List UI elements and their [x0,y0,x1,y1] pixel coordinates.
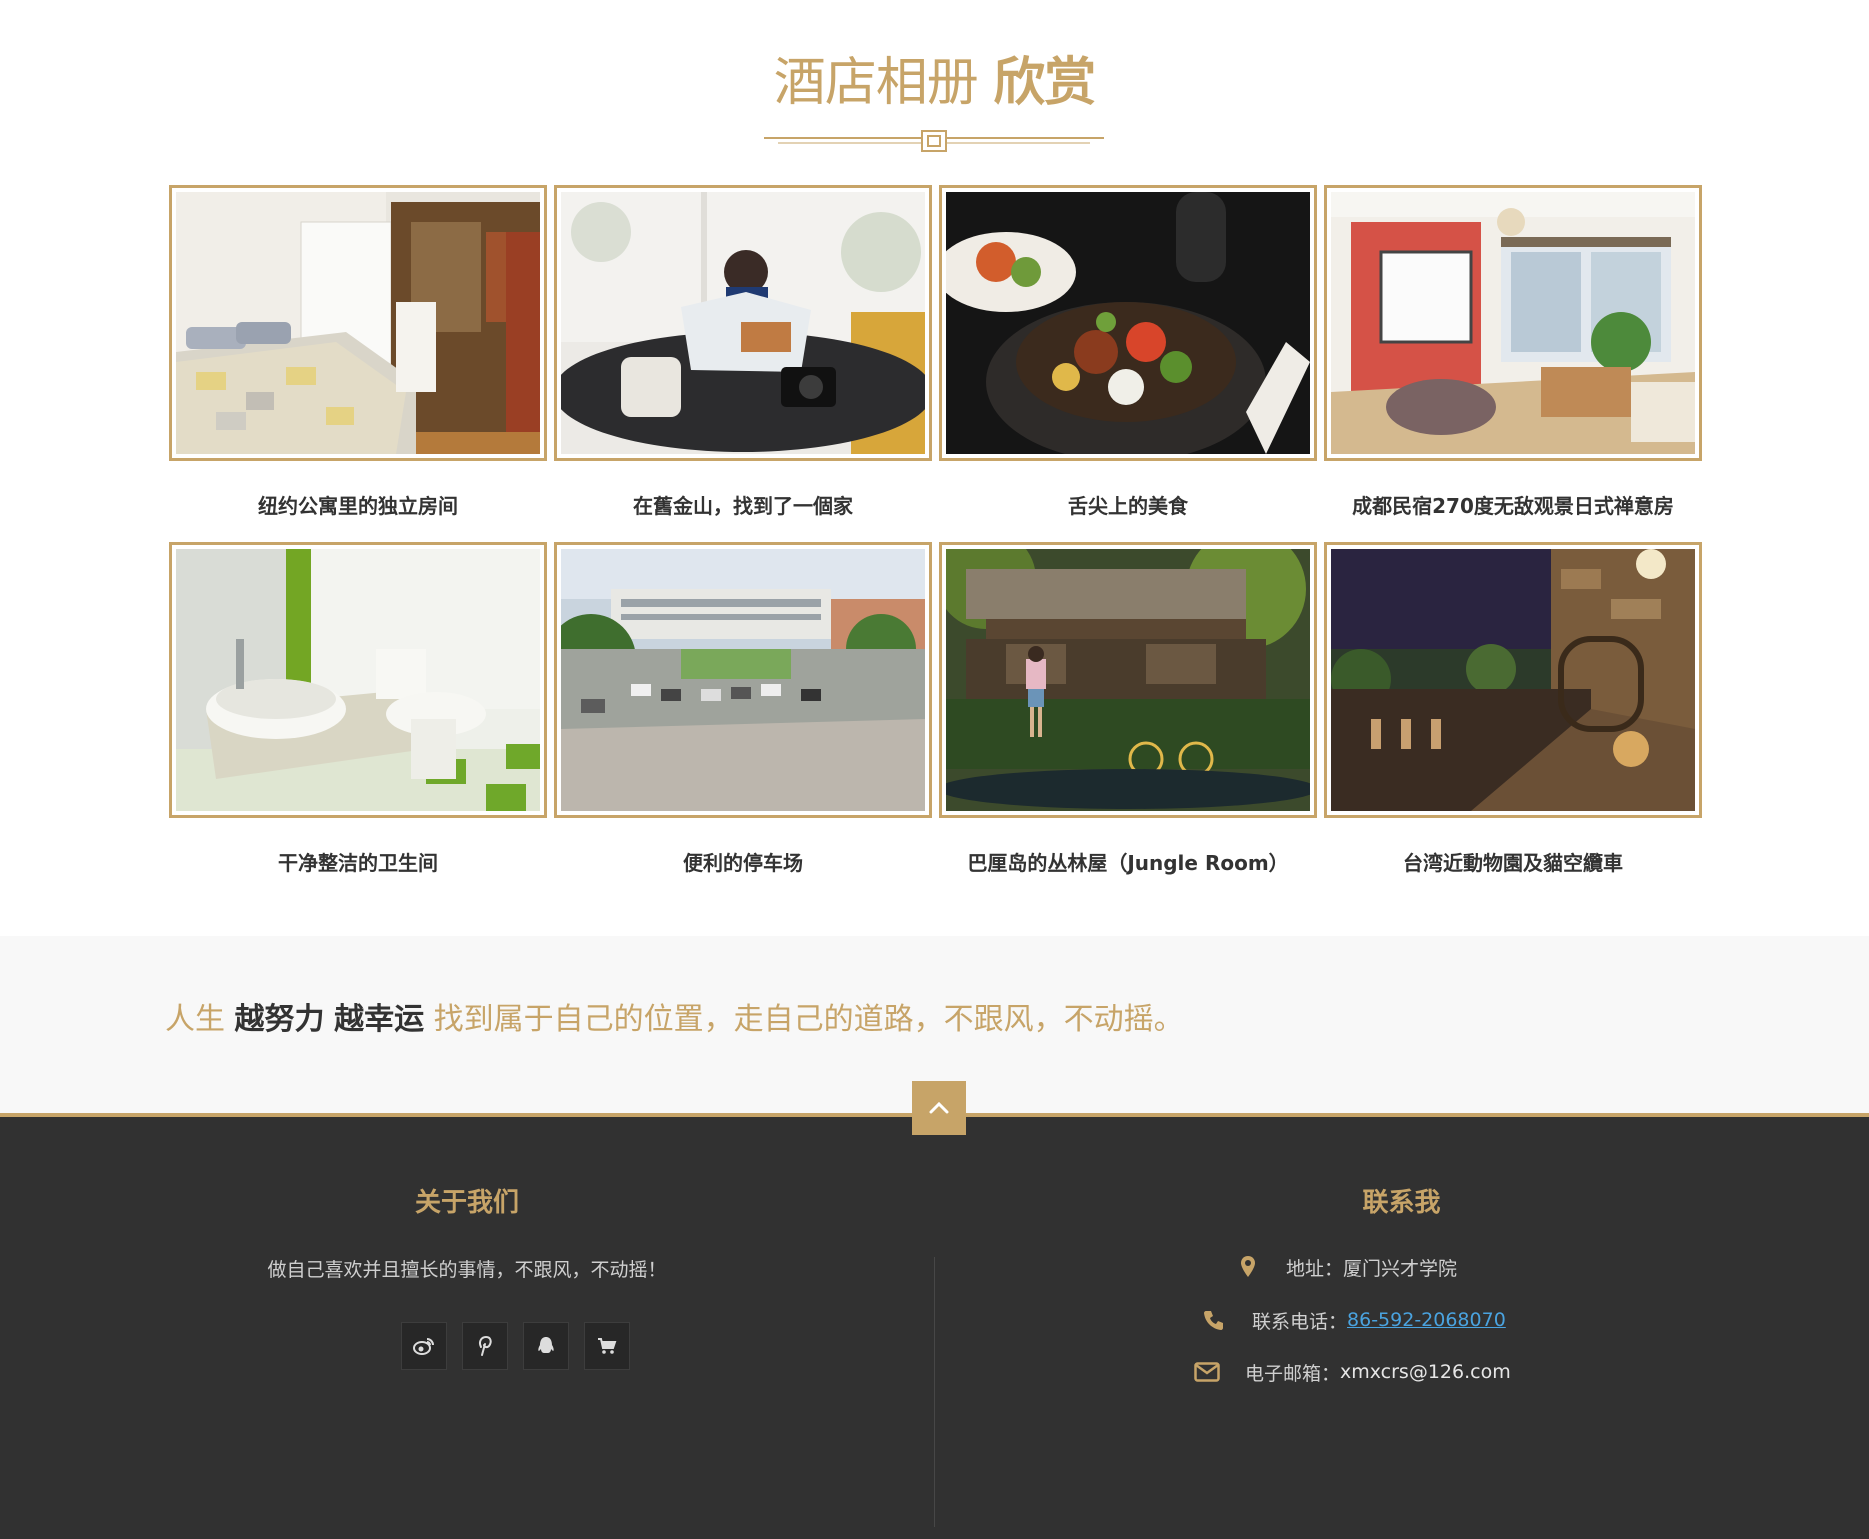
bathroom-photo [176,549,540,811]
envelope-icon [1193,1358,1221,1386]
phone-link[interactable]: 86-592-2068070 [1347,1309,1506,1331]
album-caption[interactable]: 巴厘岛的丛林屋（Jungle Room） [939,849,1317,877]
contact-column: 联系我 地址： 厦门兴才学院 联系电话： 86-592-2068070 电子邮箱… [934,1117,1869,1539]
motto-bold-2: 越幸运 [334,1002,425,1037]
weibo-icon [413,1338,434,1355]
contact-email: 电子邮箱： xmxcrs@126.com [1193,1358,1511,1386]
cafe-reading-photo [561,192,925,454]
email-label: 电子邮箱： [1245,1362,1341,1385]
qq-icon [538,1337,554,1353]
album-photo-frame[interactable] [1324,185,1702,461]
address-label: 地址： [1286,1257,1344,1280]
phone-icon [1200,1306,1228,1334]
email-value[interactable]: xmxcrs@126.com [1340,1361,1511,1383]
album-photo-frame[interactable] [1324,542,1702,818]
album-photo-frame[interactable] [939,185,1317,461]
album-card-bathroom[interactable]: 干净整洁的卫生间 [169,542,547,877]
album-photo-frame[interactable] [169,542,547,818]
map-marker-icon [1234,1253,1262,1281]
album-caption[interactable]: 干净整洁的卫生间 [169,849,547,877]
pinterest-button[interactable] [462,1322,508,1370]
album-photo-frame[interactable] [554,185,932,461]
motto-suffix: 找到属于自己的位置，走自己的道路，不跟风，不动摇。 [424,1002,1184,1037]
food-bowl-photo [946,192,1310,454]
footer: 关于我们 做自己喜欢并且擅长的事情，不跟风，不动摇！ 联系我 地址： 厦门兴才学… [0,1113,1869,1539]
cart-button[interactable] [584,1322,630,1370]
jungle-house-photo [946,549,1310,811]
gallery-title: 酒店相册 欣赏 [0,48,1869,118]
social-links [401,1322,630,1370]
contact-phone: 联系电话： 86-592-2068070 [1200,1306,1506,1334]
album-caption[interactable]: 台湾近動物園及貓空纜車 [1324,849,1702,877]
album-card-parking[interactable]: 便利的停车场 [554,542,932,877]
album-caption[interactable]: 纽约公寓里的独立房间 [169,492,547,520]
gallery-title-bold: 欣赏 [993,53,1096,113]
weibo-button[interactable] [401,1322,447,1370]
about-column: 关于我们 做自己喜欢并且擅长的事情，不跟风，不动摇！ [0,1117,934,1539]
album-photo-frame[interactable] [554,542,932,818]
album-caption[interactable]: 在舊金山，找到了一個家 [554,492,932,520]
night-balcony-photo [1331,549,1695,811]
phone-label: 联系电话： [1252,1310,1348,1333]
album-card-jungle[interactable]: 巴厘岛的丛林屋（Jungle Room） [939,542,1317,877]
album-card-balcony[interactable]: 台湾近動物園及貓空纜車 [1324,542,1702,877]
address-value: 厦门兴才学院 [1343,1257,1458,1280]
cart-icon [598,1338,617,1354]
parking-lot-photo [561,549,925,811]
motto-bold-1: 越努力 [234,1002,325,1037]
title-divider [764,130,1104,152]
gallery-title-light: 酒店相册 [773,53,979,113]
album-card-food[interactable]: 舌尖上的美食 [939,185,1317,520]
bedroom-photo [176,192,540,454]
qq-button[interactable] [523,1322,569,1370]
album-caption[interactable]: 舌尖上的美食 [939,492,1317,520]
about-heading: 关于我们 [414,1188,519,1218]
contact-heading: 联系我 [1362,1188,1441,1218]
contact-address: 地址： 厦门兴才学院 [1234,1253,1457,1281]
album-caption[interactable]: 便利的停车场 [554,849,932,877]
album-caption[interactable]: 成都民宿270度无敌观景日式禅意房 [1324,492,1702,520]
back-to-top-button[interactable] [912,1081,966,1135]
album-photo-frame[interactable] [169,185,547,461]
pinterest-icon [478,1335,492,1356]
album-card-bedroom[interactable]: 纽约公寓里的独立房间 [169,185,547,520]
gallery-section: 酒店相册 欣赏 纽约公寓里的独立房间 在舊金山，找到了一個家 舌尖上的美食 成都… [0,0,1869,936]
about-text: 做自己喜欢并且擅长的事情，不跟风，不动摇！ [267,1259,667,1281]
album-card-cafe[interactable]: 在舊金山，找到了一個家 [554,185,932,520]
motto-prefix: 人生 [165,1002,235,1037]
chevron-up-icon [929,1101,949,1114]
album-card-living-room[interactable]: 成都民宿270度无敌观景日式禅意房 [1324,185,1702,520]
living-room-photo [1331,192,1695,454]
motto-text: 人生 越努力 越幸运 找到属于自己的位置，走自己的道路，不跟风，不动摇。 [165,998,1184,1042]
album-photo-frame[interactable] [939,542,1317,818]
